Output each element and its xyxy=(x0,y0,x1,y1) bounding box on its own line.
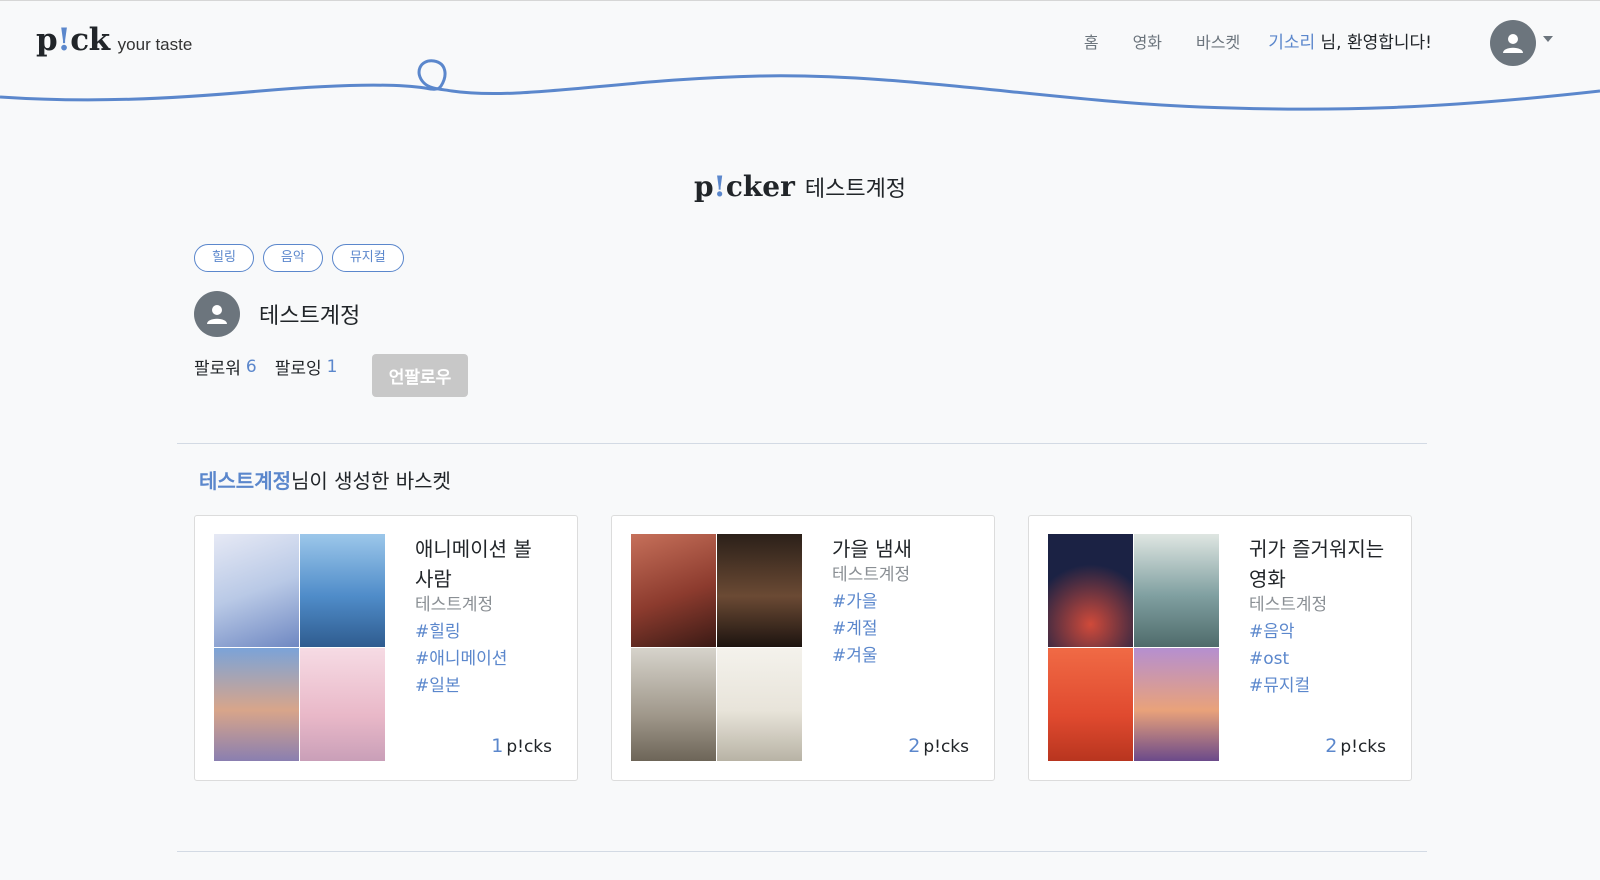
unfollow-button[interactable]: 언팔로우 xyxy=(372,354,468,397)
main-nav: 홈 영화 바스켓 기소리 님, 환영합니다! xyxy=(1050,28,1432,54)
follow-stats: 팔로워 6 팔로잉 1 xyxy=(194,354,338,380)
basket-tag[interactable]: #뮤지컬 xyxy=(1249,673,1399,700)
movie-poster xyxy=(1048,648,1133,761)
baskets-section-title: 테스트계정님이 생성한 바스켓 xyxy=(199,469,451,493)
basket-tag[interactable]: #힐링 xyxy=(415,619,565,646)
logo-wordmark: p!ck xyxy=(36,22,110,58)
movie-poster xyxy=(1048,534,1133,647)
followers-label[interactable]: 팔로워 xyxy=(194,354,241,379)
movie-poster xyxy=(631,648,716,761)
basket-tag[interactable]: #ost xyxy=(1249,646,1399,673)
page-title: p!cker 테스트계정 xyxy=(0,170,1600,203)
profile-avatar xyxy=(194,291,240,337)
section-divider xyxy=(177,851,1427,852)
page-title-username: 테스트계정 xyxy=(804,177,907,202)
basket-pick-count: 2 p!cks xyxy=(1325,735,1386,757)
basket-title[interactable]: 가을 냄새 xyxy=(832,534,972,564)
basket-author[interactable]: 테스트계정 xyxy=(1249,595,1327,615)
basket-card[interactable]: 애니메이션 볼 사람 테스트계정 #힐링 #애니메이션 #일본 1 p!cks xyxy=(194,515,578,781)
basket-author[interactable]: 테스트계정 xyxy=(415,595,493,615)
top-border xyxy=(0,0,1600,1)
basket-poster-grid xyxy=(1048,534,1219,761)
header-wave-decoration xyxy=(0,59,1600,111)
profile-tag[interactable]: 음악 xyxy=(262,244,323,272)
movie-poster xyxy=(214,648,299,761)
profile-name: 테스트계정 xyxy=(259,304,361,329)
user-icon xyxy=(207,305,227,324)
basket-tag[interactable]: #일본 xyxy=(415,673,565,700)
nav-movies-link[interactable]: 영화 xyxy=(1133,29,1162,53)
welcome-message: 기소리 님, 환영합니다! xyxy=(1268,33,1432,53)
profile-tags: 힐링 음악 뮤지컬 xyxy=(194,244,413,272)
movie-poster xyxy=(717,534,802,647)
basket-tag[interactable]: #가을 xyxy=(832,589,982,616)
following-count[interactable]: 1 xyxy=(327,357,338,377)
basket-pick-count: 1 p!cks xyxy=(491,735,552,757)
basket-author[interactable]: 테스트계정 xyxy=(832,565,910,585)
welcome-username[interactable]: 기소리 xyxy=(1268,33,1315,53)
movie-poster xyxy=(300,648,385,761)
movie-poster xyxy=(214,534,299,647)
following-label[interactable]: 팔로잉 xyxy=(275,354,322,379)
movie-poster xyxy=(1134,648,1219,761)
basket-tag[interactable]: #애니메이션 xyxy=(415,646,565,673)
basket-tag[interactable]: #겨울 xyxy=(832,643,982,670)
chevron-down-icon[interactable] xyxy=(1543,36,1553,42)
profile-tag[interactable]: 힐링 xyxy=(194,244,254,272)
basket-poster-grid xyxy=(631,534,802,761)
movie-poster xyxy=(717,648,802,761)
logo-tagline: your taste xyxy=(117,35,193,54)
user-icon xyxy=(1503,34,1523,53)
movie-poster xyxy=(300,534,385,647)
basket-title[interactable]: 애니메이션 볼 사람 xyxy=(415,534,555,594)
section-divider xyxy=(177,443,1427,444)
basket-card[interactable]: 가을 냄새 테스트계정 #가을 #계절 #겨울 2 p!cks xyxy=(611,515,995,781)
profile-header: 테스트계정 xyxy=(194,291,360,337)
profile-tag[interactable]: 뮤지컬 xyxy=(331,244,404,272)
picker-wordmark: p!cker xyxy=(693,170,795,203)
basket-pick-count: 2 p!cks xyxy=(908,735,969,757)
site-logo[interactable]: p!ck your taste xyxy=(36,22,192,58)
basket-poster-grid xyxy=(214,534,385,761)
movie-poster xyxy=(1134,534,1219,647)
basket-tag[interactable]: #음악 xyxy=(1249,619,1399,646)
section-owner-name: 테스트계정 xyxy=(199,469,291,493)
basket-title[interactable]: 귀가 즐거워지는 영화 xyxy=(1249,534,1389,594)
basket-card[interactable]: 귀가 즐거워지는 영화 테스트계정 #음악 #ost #뮤지컬 2 p!cks xyxy=(1028,515,1412,781)
nav-home-link[interactable]: 홈 xyxy=(1084,29,1099,53)
basket-tag[interactable]: #계절 xyxy=(832,616,982,643)
movie-poster xyxy=(631,534,716,647)
nav-basket-link[interactable]: 바스켓 xyxy=(1196,29,1240,53)
followers-count[interactable]: 6 xyxy=(246,357,257,377)
